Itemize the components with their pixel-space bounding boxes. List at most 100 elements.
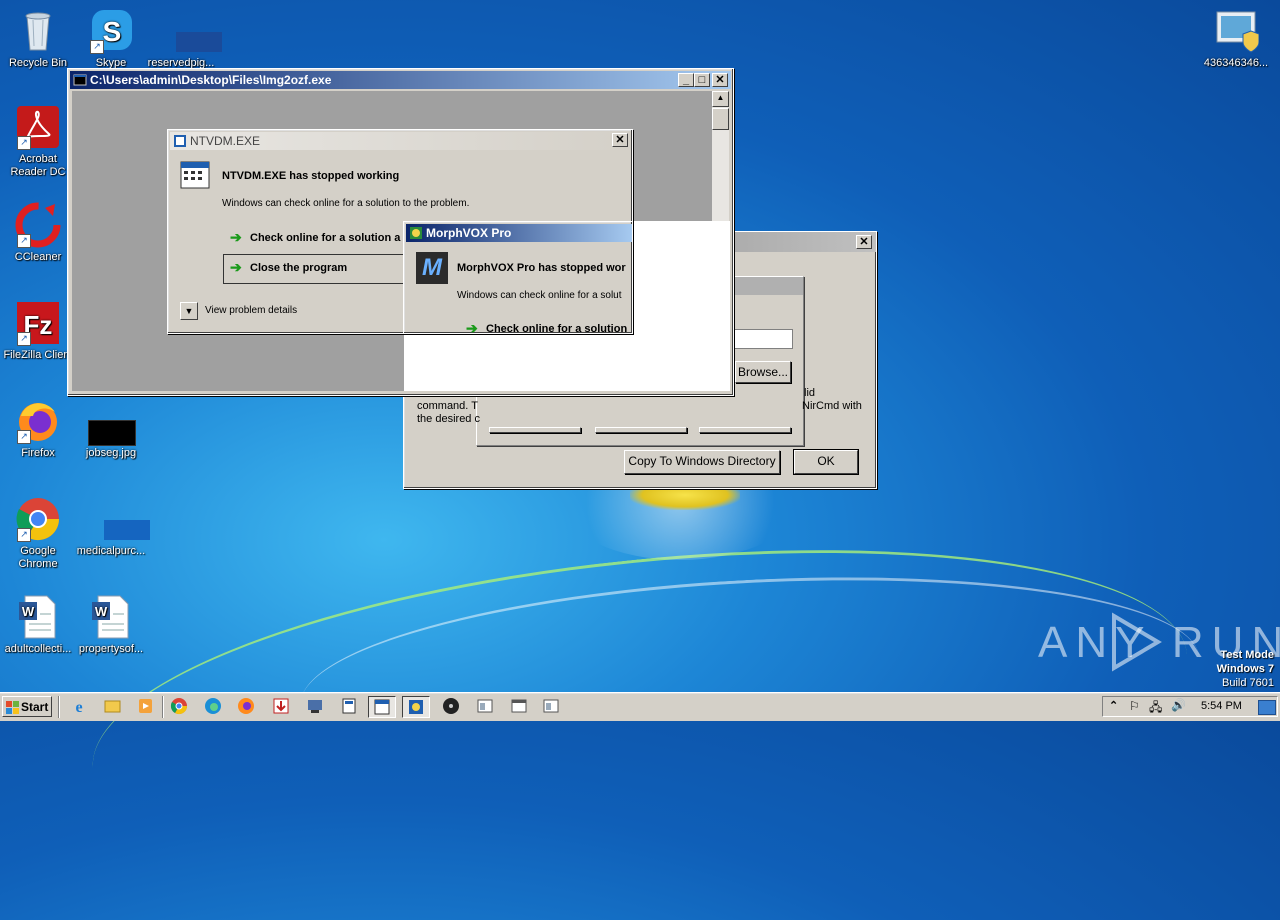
desktop-icon-acrobat[interactable]: ↗ Acrobat Reader DC (0, 104, 76, 179)
morphvox-taskbar-icon[interactable] (402, 696, 430, 718)
green-arrow-icon: ➔ (230, 259, 242, 275)
desktop-icon-chrome[interactable]: ↗ Google Chrome (0, 496, 76, 571)
desktop-icon-skype[interactable]: S ↗ Skype (73, 8, 149, 70)
maximize-icon[interactable]: □ (694, 73, 710, 87)
close-icon[interactable]: ✕ (612, 133, 628, 147)
svg-text:W: W (22, 604, 35, 619)
morphvox-logo-icon: M (416, 252, 448, 284)
desktop-icon-propertysof[interactable]: W propertysof... (73, 594, 149, 656)
program-error-icon (180, 161, 210, 189)
image-file-icon (88, 398, 136, 446)
firefox-icon: ↗ (15, 398, 61, 444)
skype-icon: S ↗ (88, 8, 134, 54)
network-icon[interactable]: 🖧 (1149, 698, 1162, 719)
desktop-icon-label: propertysof... (78, 643, 144, 655)
morphvox-check-online-label: Check online for a solution (486, 323, 628, 334)
copy-to-windows-directory-button[interactable]: Copy To Windows Directory (624, 450, 780, 474)
scrollbar-thumb[interactable] (712, 108, 729, 130)
ntvdm-taskbar-icon[interactable] (368, 696, 396, 718)
word-document-icon: W (15, 594, 61, 640)
close-icon[interactable]: ✕ (712, 73, 728, 87)
desktop-icon-recycle-bin[interactable]: Recycle Bin (0, 8, 76, 70)
desktop-icon-label: 436346346... (1203, 57, 1269, 69)
media-disc-icon[interactable] (438, 696, 466, 718)
console-app-icon (73, 74, 87, 86)
show-hidden-icons-icon[interactable]: ⌃ (1109, 699, 1118, 712)
desktop-icon-label: Acrobat Reader DC (10, 153, 66, 178)
desktop-icon-ccleaner[interactable]: ↗ CCleaner (0, 202, 76, 264)
morphvox-error-dialog: MorphVOX Pro M MorphVOX Pro has stopped … (403, 221, 633, 334)
console-titlebar[interactable]: C:\Users\admin\Desktop\Files\Img2ozf.exe (70, 71, 731, 89)
firefox-taskbar-icon[interactable] (233, 696, 261, 718)
browse-button[interactable]: Browse... (735, 361, 791, 383)
desktop-icon-reservedpig[interactable]: reservedpig... (143, 8, 222, 70)
desktop-icon-label: CCleaner (14, 251, 62, 263)
desktop-icon-adultcollecti[interactable]: W adultcollecti... (0, 594, 76, 656)
desktop-icon-label: medicalpurc... (76, 545, 146, 557)
clock[interactable]: 5:54 PM (1201, 700, 1242, 712)
desktop-icon-label: Recycle Bin (8, 57, 68, 69)
ntvdm-titlebar[interactable]: NTVDM.EXE (170, 132, 630, 150)
morphvox-check-online-option[interactable]: ➔ Check online for a solution (460, 320, 632, 334)
view-details-toggle[interactable]: ▼ View problem details (180, 302, 340, 322)
action-center-flag-icon[interactable]: ⚐ (1129, 699, 1140, 713)
panel-button-3[interactable] (699, 427, 791, 433)
windows-logo-icon (6, 701, 19, 714)
close-icon[interactable]: ✕ (856, 235, 872, 249)
panel-button-1[interactable] (489, 427, 581, 433)
shortcut-arrow-icon: ↗ (17, 332, 31, 346)
acrobat-icon: ↗ (15, 104, 61, 150)
morphvox-heading: MorphVOX Pro has stopped wor (457, 262, 626, 274)
minimize-icon[interactable]: _ (678, 73, 694, 87)
chevron-down-icon: ▼ (180, 302, 198, 320)
window-app-icon[interactable] (506, 696, 534, 718)
start-button[interactable]: Start (2, 696, 52, 717)
chrome-taskbar-icon[interactable] (166, 696, 194, 718)
desktop-icon-filezilla[interactable]: Fz ↗ FileZilla Client (0, 300, 76, 362)
explorer-folder-icon[interactable] (99, 696, 127, 718)
window-app-icon[interactable] (538, 696, 566, 718)
ie-icon[interactable]: e (66, 696, 94, 718)
vertical-scrollbar[interactable]: ▲ (712, 91, 729, 221)
scroll-up-icon[interactable]: ▲ (712, 91, 729, 107)
desktop-icon-label: adultcollecti... (4, 643, 72, 655)
morphvox-message: Windows can check online for a solut (457, 290, 622, 301)
svg-text:e: e (75, 699, 82, 716)
shortcut-arrow-icon: ↗ (17, 430, 31, 444)
calculator-app-icon[interactable] (336, 696, 364, 718)
desktop-icon-436346346[interactable]: 436346346... (1198, 8, 1274, 70)
shortcut-arrow-icon: ↗ (17, 136, 31, 150)
network-app-icon[interactable] (302, 696, 330, 718)
desktop-icon-label: FileZilla Client (3, 349, 73, 361)
ccleaner-icon: ↗ (15, 202, 61, 248)
media-player-icon[interactable] (132, 696, 160, 718)
view-details-label: View problem details (205, 305, 298, 316)
taskbar-separator (162, 696, 164, 718)
shortcut-arrow-icon: ↗ (90, 40, 104, 54)
ntvdm-message: Windows can check online for a solution … (222, 198, 470, 209)
nircmd-text-right1: lid (804, 387, 816, 399)
taskbar: Start e ⌃ ⚐ 🖧 🔊 5:54 PM (0, 692, 1280, 721)
svg-text:S: S (103, 16, 122, 47)
download-app-icon[interactable] (268, 696, 296, 718)
desktop-icon-firefox[interactable]: ↗ Firefox (0, 398, 76, 460)
ntvdm-title: NTVDM.EXE (190, 134, 261, 148)
word-document-icon: W (88, 594, 134, 640)
file-thumbnail-icon (158, 8, 222, 54)
window-app-icon[interactable] (472, 696, 500, 718)
desktop-icon-jobseg[interactable]: jobseg.jpg (73, 398, 149, 460)
volume-icon[interactable]: 🔊 (1171, 698, 1186, 712)
edge-taskbar-icon[interactable] (200, 696, 228, 718)
panel-button-2[interactable] (595, 427, 687, 433)
desktop-icon-label: jobseg.jpg (85, 447, 137, 459)
system-tray: ⌃ ⚐ 🖧 🔊 5:54 PM (1102, 696, 1278, 717)
close-program-option[interactable]: ➔ Close the program (223, 254, 405, 284)
morphvox-titlebar[interactable]: MorphVOX Pro (406, 224, 632, 242)
close-program-label: Close the program (250, 262, 348, 274)
ok-button[interactable]: OK (793, 449, 859, 475)
file-thumbnail-icon (88, 496, 150, 542)
desktop-icon-medicalpurc[interactable]: medicalpurc... (73, 496, 150, 558)
nircmd-path-field[interactable] (733, 329, 793, 349)
show-desktop-icon[interactable] (1258, 700, 1276, 715)
shortcut-arrow-icon: ↗ (17, 234, 31, 248)
